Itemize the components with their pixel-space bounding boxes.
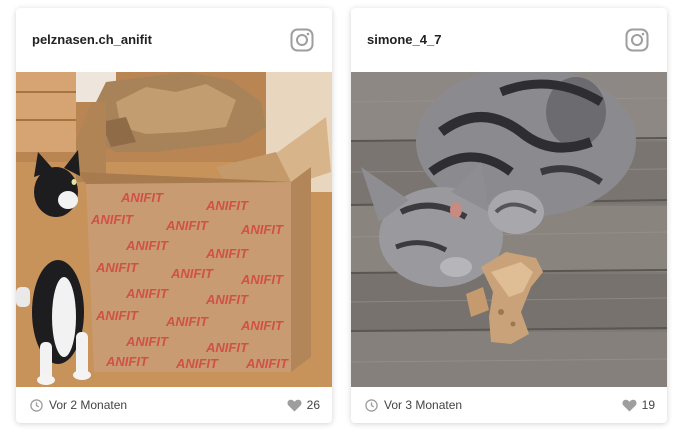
instagram-icon[interactable] <box>625 28 649 52</box>
box-print: ANIFIT <box>95 260 139 275</box>
box-print: ANIFIT <box>170 266 214 281</box>
post-footer: Vor 3 Monaten 19 <box>351 387 667 423</box>
box-print: ANIFIT <box>95 308 139 323</box>
box-print: ANIFIT <box>240 272 284 287</box>
box-print: ANIFIT <box>125 286 169 301</box>
like-count: 26 <box>306 398 320 412</box>
box-print: ANIFIT <box>205 198 249 213</box>
box-print: ANIFIT <box>165 314 209 329</box>
like-button[interactable]: 26 <box>287 398 320 412</box>
post-time: Vor 2 Monaten <box>30 398 127 412</box>
post-image[interactable]: ANIFIT ANIFIT ANIFIT ANIFIT ANIFIT ANIFI… <box>16 72 332 387</box>
post-time: Vor 3 Monaten <box>365 398 462 412</box>
post-footer: Vor 2 Monaten 26 <box>16 387 332 423</box>
post-username[interactable]: pelznasen.ch_anifit <box>32 32 152 47</box>
box-print: ANIFIT <box>90 212 134 227</box>
box-print: ANIFIT <box>120 190 164 205</box>
post-username[interactable]: simone_4_7 <box>367 32 441 47</box>
box-print: ANIFIT <box>125 238 169 253</box>
box-print: ANIFIT <box>240 222 284 237</box>
post-card[interactable]: simone_4_7 Vor 3 Monaten 19 <box>351 8 667 423</box>
box-print: ANIFIT <box>205 292 249 307</box>
box-print: ANIFIT <box>245 356 289 371</box>
box-print: ANIFIT <box>125 334 169 349</box>
like-count: 19 <box>641 398 655 412</box>
heart-icon[interactable] <box>622 399 637 412</box>
post-header: pelznasen.ch_anifit <box>16 8 332 72</box>
post-time-label: Vor 2 Monaten <box>49 398 128 412</box>
like-button[interactable]: 19 <box>622 398 655 412</box>
box-print: ANIFIT <box>240 318 284 333</box>
post-card[interactable]: pelznasen.ch_anifit ANIFIT ANIFIT ANIFIT… <box>16 8 332 423</box>
box-print: ANIFIT <box>205 340 249 355</box>
clock-icon <box>30 398 43 412</box>
box-print: ANIFIT <box>105 354 149 369</box>
box-print: ANIFIT <box>165 218 209 233</box>
heart-icon[interactable] <box>287 399 302 412</box>
box-print: ANIFIT <box>175 356 219 371</box>
instagram-icon[interactable] <box>290 28 314 52</box>
post-header: simone_4_7 <box>351 8 667 72</box>
clock-icon <box>365 398 378 412</box>
post-image[interactable] <box>351 72 667 387</box>
box-print: ANIFIT <box>205 246 249 261</box>
post-time-label: Vor 3 Monaten <box>384 398 463 412</box>
